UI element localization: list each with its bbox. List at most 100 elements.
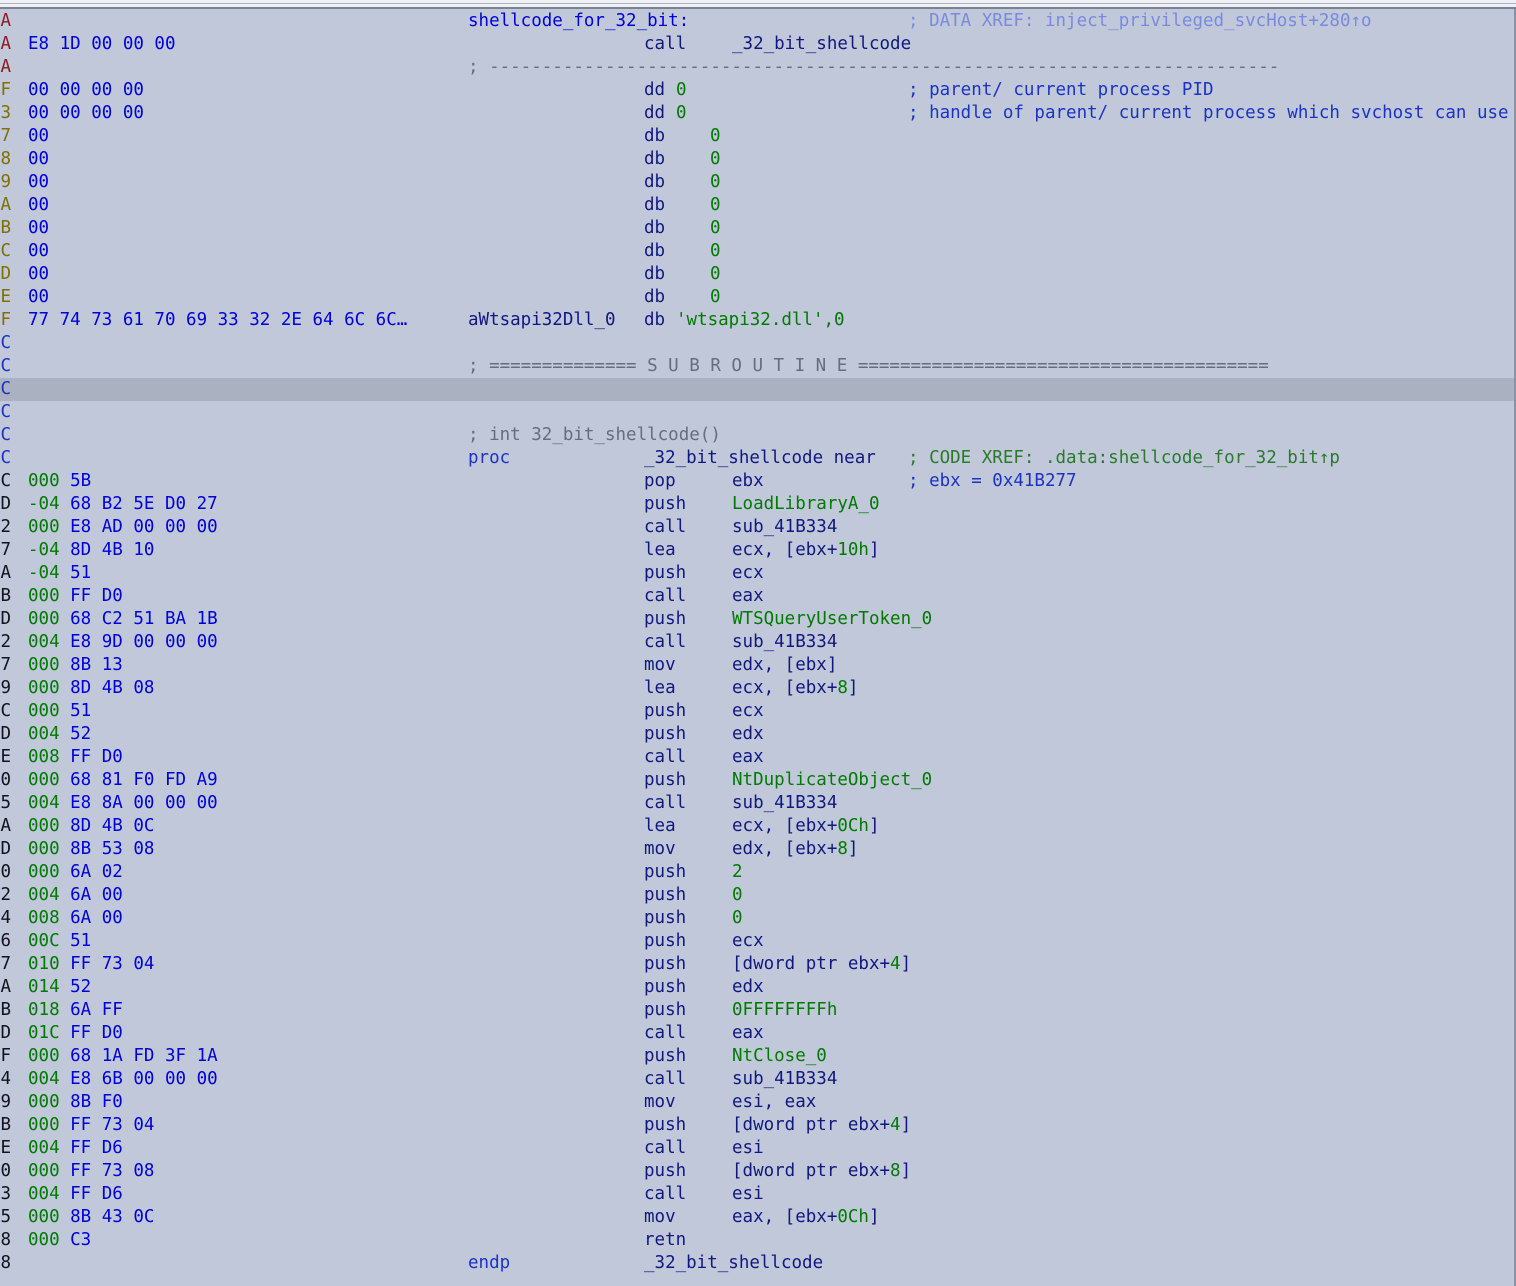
opcode-bytes: 004 52 (28, 723, 91, 746)
instruction-operands: ecx, [ebx+10h] (732, 540, 880, 560)
listing-line[interactable]: 5F 77 74 73 61 70 69 33 32 2E 64 6C 6C… aW… (0, 309, 1514, 332)
instruction-operands: esi, eax (732, 1092, 817, 1112)
stack-delta: 000 (28, 655, 60, 675)
operand-displacement: 8 (837, 678, 848, 698)
listing-line[interactable]: AA 000 8D 4B 0C lea ecx, [ebx+0Ch] (0, 815, 1514, 838)
listing-line[interactable]: 7C ; ============== S U B R O U T I N E =… (0, 355, 1514, 378)
listing-line[interactable]: 8A -04 51 push ecx (0, 562, 1514, 585)
listing-line[interactable]: B0 000 6A 02 push 2 (0, 861, 1514, 884)
instruction-operands: eax (732, 747, 764, 767)
line-address: 9E (0, 747, 12, 767)
listing-line[interactable]: 5E 00 db 0 (0, 286, 1514, 309)
listing-line[interactable]: BA 014 52 push edx (0, 976, 1514, 999)
listing-line[interactable]: 9C 000 51 push ecx (0, 700, 1514, 723)
instruction-operands: 0 (710, 287, 721, 307)
listing-line[interactable]: 97 000 8B 13 mov edx, [ebx] (0, 654, 1514, 677)
listing-line[interactable]: 5C 00 db 0 (0, 240, 1514, 263)
line-address: CB (0, 1115, 12, 1135)
instruction-operands: edx, [ebx] (732, 655, 838, 675)
opcode-bytes: 00 (28, 126, 50, 146)
listing-line[interactable]: 92 004 E8 9D 00 00 00 call sub_41B334 (0, 631, 1514, 654)
listing-line[interactable]: 9E 008 FF D0 call eax (0, 746, 1514, 769)
listing-line-cursor[interactable]: 7C (0, 378, 1514, 401)
operand-displacement: 10h (837, 540, 869, 560)
listing-line[interactable]: 57 00 db 0 (0, 125, 1514, 148)
stack-delta: 000 (28, 1046, 60, 1066)
listing-line[interactable]: 9D 004 52 push edx (0, 723, 1514, 746)
instruction-mnemonic: db (644, 287, 666, 307)
listing-line[interactable]: 59 00 db 0 (0, 171, 1514, 194)
instruction-operands: LoadLibraryA_0 (732, 494, 880, 514)
listing-line[interactable]: CE 004 FF D6 call esi (0, 1137, 1514, 1160)
opcode-hex: 68 1A FD 3F 1A (59, 1046, 218, 1066)
opcode-bytes: 00 (28, 195, 50, 215)
listing-line[interactable]: B7 010 FF 73 04 push [dword ptr ebx+4] (0, 953, 1514, 976)
listing-line[interactable]: AD 000 8B 53 08 mov edx, [ebx+8] (0, 838, 1514, 861)
listing-line[interactable]: 7C (0, 332, 1514, 355)
operand-displacement: 8 (837, 839, 848, 859)
instruction-mnemonic: dd (644, 103, 666, 123)
listing-line[interactable]: 5D 00 db 0 (0, 263, 1514, 286)
listing-line[interactable]: BF 000 68 1A FD 3F 1A push NtClose_0 (0, 1045, 1514, 1068)
instruction-mnemonic: retn (644, 1230, 687, 1250)
listing-line[interactable]: B4 008 6A 00 push 0 (0, 907, 1514, 930)
listing-line[interactable]: D0 000 FF 73 08 push [dword ptr ebx+8] (0, 1160, 1514, 1183)
opcode-bytes: 000 8B 43 0C (28, 1206, 154, 1229)
listing-line[interactable]: 8D 000 68 C2 51 BA 1B push WTSQueryUserToke… (0, 608, 1514, 631)
listing-line[interactable]: A0 000 68 81 F0 FD A9 push NtDuplicateObjec… (0, 769, 1514, 792)
listing-line[interactable]: 7C (0, 401, 1514, 424)
instruction-mnemonic: call (644, 1138, 687, 1158)
instruction-operands: 2 (732, 862, 743, 882)
listing-line[interactable]: 5A E8 1D 00 00 00 call _32_bit_shellcode (0, 33, 1514, 56)
listing-line[interactable]: 58 00 db 0 (0, 148, 1514, 171)
listing-line[interactable]: 53 00 00 00 00 dd 0 ; handle of parent/ curr… (0, 102, 1514, 125)
listing-line[interactable]: C9 000 8B F0 mov esi, eax (0, 1091, 1514, 1114)
instruction-mnemonic: push (644, 609, 687, 629)
instruction-operands: 'wtsapi32.dll',0 (676, 310, 845, 330)
stack-delta: 004 (28, 632, 60, 652)
listing-line[interactable]: D8 000 C3 retn (0, 1229, 1514, 1252)
line-address: 7C (0, 448, 12, 468)
listing-line[interactable]: 5B 00 db 0 (0, 217, 1514, 240)
instruction-operands: eax (732, 1023, 764, 1043)
listing-line[interactable]: 99 000 8D 4B 08 lea ecx, [ebx+8] (0, 677, 1514, 700)
line-address: 5F (0, 80, 12, 100)
listing-line[interactable]: D3 004 FF D6 call esi (0, 1183, 1514, 1206)
listing-line[interactable]: CB 000 FF 73 04 push [dword ptr ebx+4] (0, 1114, 1514, 1137)
listing-line[interactable]: 7C proc _32_bit_shellcode near ; CODE XREF:… (0, 447, 1514, 470)
instruction-mnemonic: push (644, 701, 687, 721)
listing-line[interactable]: B6 00C 51 push ecx (0, 930, 1514, 953)
listing-line[interactable]: 7D -04 68 B2 5E D0 27 push LoadLibraryA_0 (0, 493, 1514, 516)
listing-line[interactable]: 5A 00 db 0 (0, 194, 1514, 217)
instruction-operands: ebx (732, 471, 764, 491)
listing-line[interactable]: BB 018 6A FF push 0FFFFFFFFh (0, 999, 1514, 1022)
disassembly-listing[interactable]: 5A shellcode_for_32_bit: ; DATA XREF: inje… (0, 10, 1514, 1275)
listing-line[interactable]: 8B 000 FF D0 call eax (0, 585, 1514, 608)
instruction-mnemonic: push (644, 862, 687, 882)
opcode-hex: 51 (59, 931, 92, 951)
listing-line[interactable]: B2 004 6A 00 push 0 (0, 884, 1514, 907)
line-address: 5E (0, 287, 12, 307)
instruction-operands: 0 (676, 103, 687, 123)
listing-line[interactable]: D5 000 8B 43 0C mov eax, [ebx+0Ch] (0, 1206, 1514, 1229)
line-address: B0 (0, 862, 12, 882)
opcode-bytes: 000 E8 AD 00 00 00 (28, 516, 218, 539)
listing-line[interactable]: C4 004 E8 6B 00 00 00 call sub_41B334 (0, 1068, 1514, 1091)
line-address: 5A (0, 34, 12, 54)
instruction-mnemonic: push (644, 931, 687, 951)
listing-line[interactable]: 5A shellcode_for_32_bit: ; DATA XREF: inje… (0, 10, 1514, 33)
listing-line[interactable]: BD 01C FF D0 call eax (0, 1022, 1514, 1045)
opcode-bytes: 000 8D 4B 0C (28, 815, 154, 838)
listing-line[interactable]: D8 endp _32_bit_shellcode (0, 1252, 1514, 1275)
instruction-mnemonic: push (644, 908, 687, 928)
listing-line[interactable]: 5A ; ------------------------------------… (0, 56, 1514, 79)
instruction-mnemonic: push (644, 1161, 687, 1181)
line-address: 97 (0, 655, 12, 675)
listing-line[interactable]: 87 -04 8D 4B 10 lea ecx, [ebx+10h] (0, 539, 1514, 562)
listing-line[interactable]: 82 000 E8 AD 00 00 00 call sub_41B334 (0, 516, 1514, 539)
listing-line[interactable]: 7C ; int 32_bit_shellcode() (0, 424, 1514, 447)
listing-line[interactable]: 7C 000 5B pop ebx ; ebx = 0x41B277 (0, 470, 1514, 493)
listing-line[interactable]: 5F 00 00 00 00 dd 0 ; parent/ current proces… (0, 79, 1514, 102)
listing-line[interactable]: A5 004 E8 8A 00 00 00 call sub_41B334 (0, 792, 1514, 815)
opcode-bytes: 004 FF D6 (28, 1137, 123, 1160)
